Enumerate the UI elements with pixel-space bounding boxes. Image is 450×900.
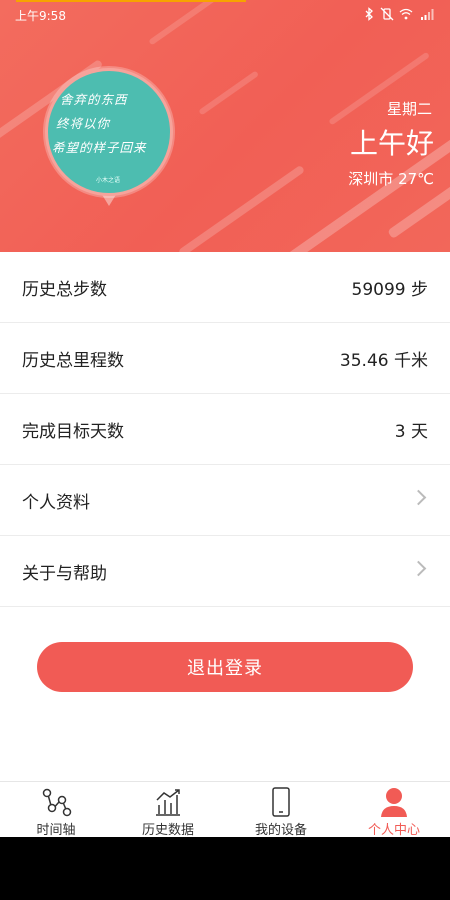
chevron-right-icon xyxy=(410,560,427,577)
stat-value: 59099 步 xyxy=(351,279,428,300)
menu-item-profile[interactable]: 个人资料 xyxy=(0,465,450,536)
tab-label: 时间轴 xyxy=(36,823,76,837)
avatar-text-line: 终将以你 xyxy=(56,116,111,131)
app-root: 上午9:58 舍弃的东西 终将以你 希望的样子回来 小木之语 星期二 上午好 深… xyxy=(0,0,450,837)
signal-icon xyxy=(421,9,434,20)
status-bar: 上午9:58 xyxy=(0,0,450,28)
weekday-label: 星期二 xyxy=(386,100,432,118)
stat-label: 历史总里程数 xyxy=(22,350,124,371)
profile-header: 上午9:58 舍弃的东西 终将以你 希望的样子回来 小木之语 星期二 上午好 深… xyxy=(0,0,450,252)
avatar-text-line: 希望的样子回来 xyxy=(52,140,147,155)
bluetooth-icon xyxy=(365,7,373,21)
stat-label: 历史总步数 xyxy=(22,279,107,300)
stat-row-goal-days: 完成目标天数 3 天 xyxy=(0,394,450,465)
avatar-text-line: 舍弃的东西 xyxy=(60,92,128,107)
tab-label: 个人中心 xyxy=(367,823,420,837)
tab-devices[interactable]: 我的设备 xyxy=(225,782,337,837)
stat-value: 3 天 xyxy=(394,421,428,442)
tab-history[interactable]: 历史数据 xyxy=(112,782,224,837)
status-time: 上午9:58 xyxy=(15,9,66,23)
decor-streak xyxy=(177,164,306,252)
avatar-container[interactable]: 舍弃的东西 终将以你 希望的样子回来 小木之语 xyxy=(45,68,173,218)
greeting-text: 上午好 xyxy=(349,127,434,160)
logout-button[interactable]: 退出登录 xyxy=(37,642,413,692)
bottom-nav: 时间轴 历史数据 我的设备 个人中心 xyxy=(0,781,450,837)
stat-row-total-distance: 历史总里程数 35.46 千米 xyxy=(0,323,450,394)
tab-timeline[interactable]: 时间轴 xyxy=(0,782,112,837)
menu-item-about-help[interactable]: 关于与帮助 xyxy=(0,536,450,607)
tab-label: 我的设备 xyxy=(254,823,307,837)
chart-icon xyxy=(156,789,180,816)
tab-profile[interactable]: 个人中心 xyxy=(338,782,450,837)
person-icon xyxy=(381,788,407,817)
decor-streak xyxy=(198,70,260,116)
stat-row-total-steps: 历史总步数 59099 步 xyxy=(0,252,450,323)
progress-line xyxy=(16,0,246,2)
chevron-right-icon xyxy=(410,489,427,506)
menu-item-label: 个人资料 xyxy=(22,492,90,513)
vibrate-mute-icon xyxy=(380,7,394,21)
timeline-icon xyxy=(42,788,72,817)
stat-value: 35.46 千米 xyxy=(339,350,428,371)
menu-item-label: 关于与帮助 xyxy=(22,563,107,584)
weather-label: 深圳市 27℃ xyxy=(348,170,434,188)
wifi-icon xyxy=(399,8,413,20)
avatar[interactable]: 舍弃的东西 终将以你 希望的样子回来 小木之语 xyxy=(45,68,173,196)
tab-label: 历史数据 xyxy=(141,823,194,837)
stat-label: 完成目标天数 xyxy=(22,421,124,442)
phone-icon xyxy=(272,787,290,817)
avatar-signature: 小木之语 xyxy=(96,177,121,184)
